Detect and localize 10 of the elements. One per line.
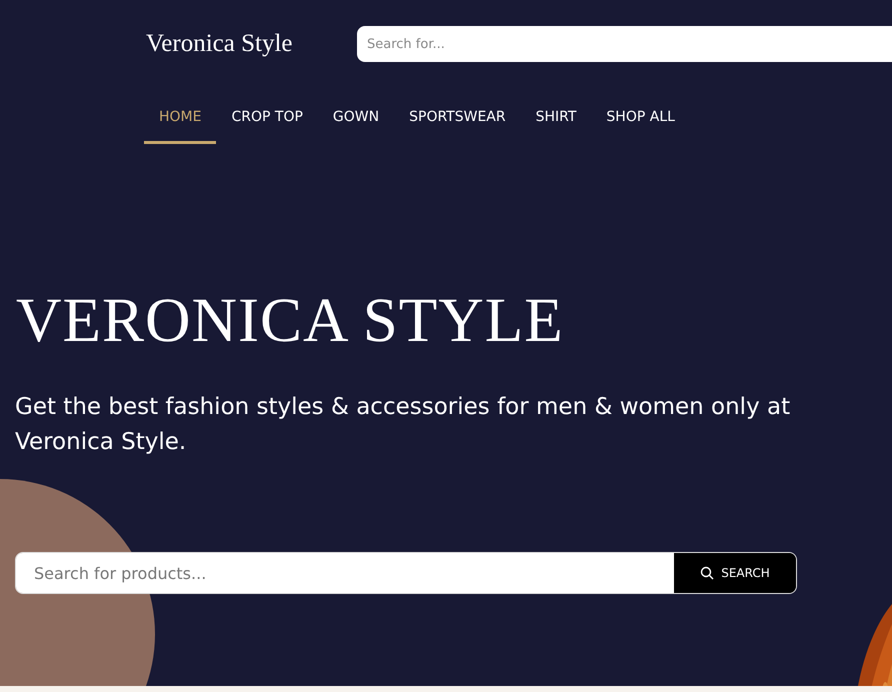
nav-tab[interactable]: SPORTSWEAR [394,99,521,144]
nav-tab[interactable]: CROP TOP [216,99,318,144]
hero-title: VERONICA STYLE [15,284,565,352]
search-field[interactable]: Search for... [357,26,892,62]
nav-tab[interactable]: SHOP ALL [591,99,690,144]
nav-tab[interactable]: HOME [144,99,216,144]
site-logo[interactable]: Veronica Style [146,30,357,58]
nav-tab[interactable]: GOWN [318,99,394,144]
hero-subtitle: Get the best fashion styles & accessories for men & women only at Veronica Style. [15,393,792,457]
nav-tab[interactable]: SHIRT [520,99,592,144]
